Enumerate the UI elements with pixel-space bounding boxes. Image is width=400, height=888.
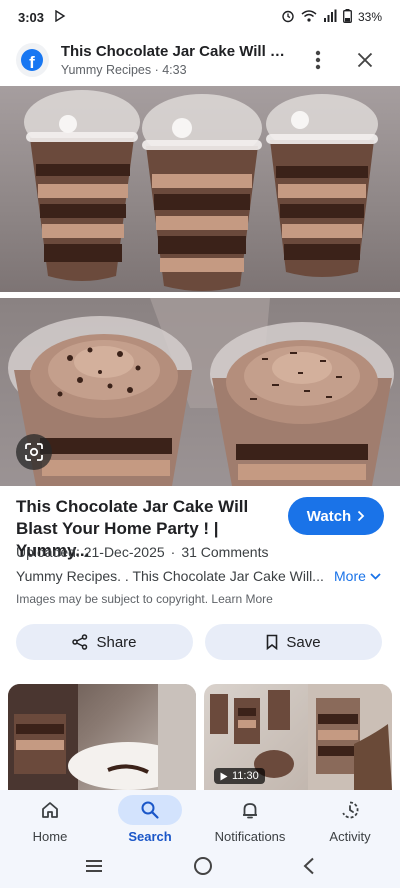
page: 3:03 33% f This Chocolate Jar Cake Will — [0, 0, 400, 888]
chocolate-jars-photo — [24, 90, 378, 291]
alarm-icon — [281, 9, 295, 26]
play-store-icon — [54, 9, 66, 25]
back-system-button[interactable] — [302, 857, 316, 880]
battery-level: 33% — [357, 10, 382, 24]
more-options-button[interactable] — [299, 40, 338, 80]
signal-icon — [323, 9, 337, 26]
bookmark-icon — [267, 634, 278, 650]
nav-notifications-icon-wrap — [218, 795, 282, 825]
header-title: This Chocolate Jar Cake Will Bla... — [60, 43, 289, 60]
related-photo — [8, 684, 196, 790]
home-icon — [42, 801, 58, 818]
nav-search[interactable]: Search — [100, 790, 200, 848]
nav-notifications-label: Notifications — [214, 828, 286, 844]
meta-row: Uploaded: 21-Dec-2025 · 31 Comments — [16, 544, 268, 560]
description-row: Yummy Recipes. . This Chocolate Jar Cake… — [16, 568, 386, 584]
header-text[interactable]: This Chocolate Jar Cake Will Bla... Yumm… — [61, 43, 289, 77]
nav-search-label: Search — [128, 828, 172, 844]
home-circle-icon — [193, 856, 212, 875]
share-icon — [72, 634, 88, 650]
system-nav-bar — [0, 848, 400, 888]
close-button[interactable] — [345, 40, 384, 80]
lens-icon — [25, 443, 43, 461]
status-bar: 3:03 33% — [0, 0, 400, 34]
more-button[interactable]: More — [334, 568, 381, 584]
home-system-button[interactable] — [193, 856, 213, 881]
video-duration: 11:30 — [232, 770, 259, 782]
video-duration-badge: 11:30 — [214, 768, 265, 784]
save-button[interactable]: Save — [205, 624, 382, 660]
play-icon — [220, 772, 228, 780]
more-vert-icon — [315, 50, 321, 70]
comment-count: 31 Comments — [181, 544, 269, 560]
nav-search-icon-wrap — [118, 794, 182, 825]
meta-separator: · — [170, 544, 176, 560]
watch-label: Watch — [306, 507, 352, 525]
recent-apps-button[interactable] — [84, 858, 104, 879]
wifi-icon — [301, 9, 317, 26]
status-right: 33% — [281, 8, 382, 26]
chevron-right-icon — [358, 510, 365, 522]
nav-home-label: Home — [32, 828, 68, 844]
header-subtitle: Yummy Recipes · 4:33 — [60, 63, 187, 77]
save-label: Save — [286, 633, 321, 651]
facebook-logo-icon: f — [16, 43, 49, 77]
nav-notifications[interactable]: Notifications — [200, 790, 300, 848]
status-left: 3:03 — [18, 9, 66, 25]
related-thumbnail[interactable] — [8, 684, 196, 790]
bottom-nav: Home Search Notifications Activity — [0, 790, 400, 848]
chocolate-jars-closeup-photo — [8, 298, 394, 486]
share-button[interactable]: Share — [16, 624, 193, 660]
back-chevron-icon — [303, 857, 314, 874]
nav-home-icon-wrap — [18, 795, 82, 825]
close-icon — [357, 52, 372, 68]
chevron-down-icon — [370, 572, 381, 580]
menu-lines-icon — [86, 859, 103, 872]
bell-icon — [243, 802, 257, 818]
activity-icon — [342, 801, 359, 818]
more-label: More — [334, 568, 366, 584]
google-lens-button[interactable] — [16, 434, 52, 470]
result-image-bottom[interactable] — [0, 298, 400, 486]
nav-activity[interactable]: Activity — [300, 790, 400, 848]
upload-date: Uploaded: 21-Dec-2025 — [16, 544, 165, 560]
result-image-top[interactable] — [0, 86, 400, 292]
related-video-thumbnail[interactable]: 11:30 — [204, 684, 392, 790]
watch-button[interactable]: Watch — [288, 497, 384, 535]
search-icon — [141, 801, 159, 819]
nav-home[interactable]: Home — [0, 790, 100, 848]
description-text: Yummy Recipes. . This Chocolate Jar Cake… — [16, 568, 324, 584]
battery-icon — [343, 8, 352, 26]
status-time: 3:03 — [18, 9, 45, 25]
copyright-notice[interactable]: Images may be subject to copyright. Lear… — [16, 592, 273, 606]
share-label: Share — [96, 633, 137, 651]
nav-activity-icon-wrap — [318, 795, 382, 825]
nav-activity-label: Activity — [329, 828, 371, 844]
result-header: f This Chocolate Jar Cake Will Bla... Yu… — [0, 36, 400, 84]
